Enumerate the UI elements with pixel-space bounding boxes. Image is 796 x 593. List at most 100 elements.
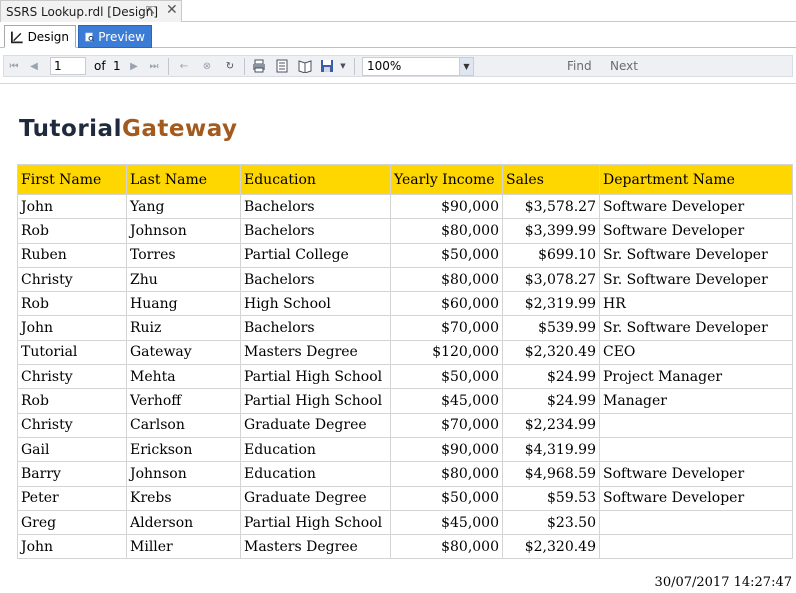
table-cell: Carlson	[126, 412, 241, 438]
table-row: Christy Mehta Partial High School $50,000 $2…	[17, 364, 793, 390]
pin-icon[interactable]: ⇱	[146, 4, 155, 17]
table-row: Peter Krebs Graduate Degree $50,000 $59.53 So…	[17, 485, 793, 511]
table-row: Tutorial Gateway Masters Degree $120,000 $2,…	[17, 339, 793, 366]
table-cell: $699.10	[502, 242, 600, 268]
tab-design-label: Design	[27, 29, 69, 44]
table-cell: $120,000	[390, 339, 503, 366]
table-cell: $2,234.99	[502, 412, 600, 438]
table-cell: Rob	[17, 291, 127, 317]
table-cell: Masters Degree	[240, 339, 391, 366]
table-cell: Gail	[17, 436, 127, 463]
table-cell: Bachelors	[240, 315, 391, 341]
table-cell: Mehta	[126, 364, 241, 390]
total-pages-label: 1	[113, 59, 121, 73]
document-tab-strip: SSRS Lookup.rdl [Design] ⇱ ✕	[0, 0, 796, 22]
table-cell: Barry	[17, 461, 127, 487]
table-cell: Tutorial	[17, 339, 127, 366]
print-icon[interactable]	[251, 58, 267, 74]
logo-text-tutorial: Tutorial	[19, 116, 122, 142]
table-cell: Rob	[17, 218, 127, 244]
next-button[interactable]: Next	[610, 59, 638, 73]
page-setup-icon[interactable]	[297, 58, 313, 74]
table-cell: Software Developer	[599, 461, 793, 487]
column-header: Department Name	[599, 164, 793, 195]
table-cell: $80,000	[390, 534, 503, 560]
table-cell: Partial High School	[240, 509, 391, 536]
close-icon[interactable]: ✕	[166, 2, 178, 18]
refresh-icon[interactable]: ↻	[222, 58, 238, 74]
table-cell: Partial College	[240, 242, 391, 268]
table-cell: Education	[240, 436, 391, 463]
back-icon[interactable]: ←	[176, 58, 192, 74]
column-header: First Name	[17, 164, 127, 195]
report-timestamp: 30/07/2017 14:27:47	[654, 575, 792, 590]
page-number-input[interactable]: 1	[50, 57, 86, 75]
find-button[interactable]: Find	[567, 59, 592, 73]
table-cell: $2,319.99	[502, 291, 600, 317]
stop-icon[interactable]: ⊗	[199, 58, 215, 74]
table-cell: Ruben	[17, 242, 127, 268]
table-cell: Peter	[17, 485, 127, 511]
table-cell: Christy	[17, 364, 127, 390]
table-row: John Miller Masters Degree $80,000 $2,320.49	[17, 534, 793, 560]
toolbar-separator	[354, 58, 355, 75]
preview-icon	[85, 32, 94, 41]
export-icon[interactable]	[319, 58, 335, 74]
table-cell: Rob	[17, 388, 127, 414]
document-tab[interactable]: SSRS Lookup.rdl [Design] ⇱ ✕	[0, 0, 182, 22]
table-cell: Miller	[126, 534, 241, 560]
table-cell: Partial High School	[240, 364, 391, 390]
first-page-icon[interactable]: ⏮	[6, 58, 22, 74]
table-cell	[599, 534, 793, 560]
table-cell: Zhu	[126, 266, 241, 293]
table-cell: $90,000	[390, 436, 503, 463]
view-tab-strip: Design Preview	[0, 22, 796, 48]
table-cell: $4,319.99	[502, 436, 600, 463]
table-cell: $24.99	[502, 388, 600, 414]
table-cell: Christy	[17, 412, 127, 438]
table-cell: Sr. Software Developer	[599, 315, 793, 341]
report-table: First Name Last Name Education Yearly In…	[17, 164, 793, 560]
zoom-select[interactable]: 100% ▼	[362, 57, 474, 76]
table-row: Greg Alderson Partial High School $45,000 $2…	[17, 509, 793, 536]
table-cell: $59.53	[502, 485, 600, 511]
column-header: Last Name	[126, 164, 241, 195]
table-cell	[599, 412, 793, 438]
table-cell: Ruiz	[126, 315, 241, 341]
last-page-icon[interactable]: ⏭	[146, 58, 162, 74]
next-page-icon[interactable]: ▶	[126, 58, 142, 74]
table-cell: Software Developer	[599, 218, 793, 244]
toolbar-separator	[244, 58, 245, 75]
table-cell: High School	[240, 291, 391, 317]
table-cell: Yang	[126, 193, 241, 220]
table-cell: $80,000	[390, 461, 503, 487]
table-cell: Partial High School	[240, 388, 391, 414]
print-layout-icon[interactable]	[274, 58, 290, 74]
table-cell: $45,000	[390, 388, 503, 414]
tab-design[interactable]: Design	[4, 25, 76, 48]
chevron-down-icon[interactable]: ▼	[459, 58, 473, 75]
previous-page-icon[interactable]: ◀	[26, 58, 42, 74]
table-row: Rob Huang High School $60,000 $2,319.99 HR	[17, 291, 793, 317]
table-cell: Manager	[599, 388, 793, 414]
table-cell: Project Manager	[599, 364, 793, 390]
document-tab-title: SSRS Lookup.rdl [Design]	[6, 4, 159, 19]
table-cell: $24.99	[502, 364, 600, 390]
table-cell: Software Developer	[599, 485, 793, 511]
export-dropdown-icon[interactable]: ▼	[335, 58, 351, 74]
table-cell: $80,000	[390, 266, 503, 293]
column-header: Yearly Income	[390, 164, 503, 195]
table-cell: John	[17, 534, 127, 560]
table-row: Christy Carlson Graduate Degree $70,000 $2,2…	[17, 412, 793, 438]
table-cell: $539.99	[502, 315, 600, 341]
table-cell: Graduate Degree	[240, 412, 391, 438]
table-cell: $2,320.49	[502, 534, 600, 560]
tab-preview[interactable]: Preview	[78, 25, 152, 48]
table-cell: Christy	[17, 266, 127, 293]
table-cell: Masters Degree	[240, 534, 391, 560]
logo-text-gateway: Gateway	[121, 116, 238, 142]
table-cell: Huang	[126, 291, 241, 317]
table-cell: Sr. Software Developer	[599, 242, 793, 268]
design-ruler-icon	[11, 31, 23, 43]
table-cell: Erickson	[126, 436, 241, 463]
